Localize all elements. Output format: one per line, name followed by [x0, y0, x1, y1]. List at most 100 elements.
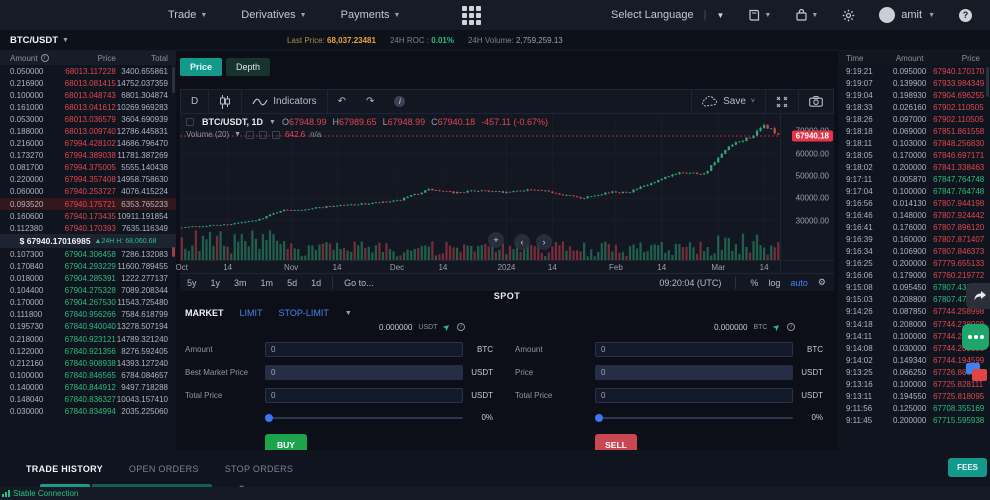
table-row[interactable]: 0.14000067840.8449129497.718288: [0, 381, 176, 393]
tab-limit[interactable]: LIMIT: [240, 308, 263, 318]
wallet-button[interactable]: ▼: [795, 9, 818, 22]
user-menu[interactable]: amit ▼: [879, 7, 935, 23]
table-row[interactable]: 0.14804067840.83632710043.157410: [0, 393, 176, 405]
table-row[interactable]: 9:16:340.10690067807.846373: [838, 246, 990, 258]
range-3m[interactable]: 3m: [227, 278, 254, 288]
interval-button[interactable]: D: [181, 90, 208, 113]
table-row[interactable]: 9:17:110.00587067847.764748: [838, 173, 990, 185]
table-row[interactable]: 0.05300068013.0365793604.690939: [0, 113, 176, 125]
candle-style-button[interactable]: [209, 90, 241, 113]
table-row[interactable]: 0.03000067840.8349942035.225060: [0, 406, 176, 418]
chart-info-button[interactable]: i: [384, 90, 415, 113]
table-row[interactable]: 9:18:330.02616067902.110505: [838, 101, 990, 113]
table-row[interactable]: 9:19:210.09500067940.170170: [838, 65, 990, 77]
buy-amount-input[interactable]: [265, 342, 463, 357]
sell-total-input[interactable]: [595, 388, 793, 403]
time-axis[interactable]: Oct14Nov14Dec14202414Feb14Mar14: [180, 260, 780, 273]
nav-payments[interactable]: Payments▼: [341, 9, 401, 21]
table-row[interactable]: 9:16:390.16000067807.871407: [838, 234, 990, 246]
table-row[interactable]: 0.19573067840.94004013278.507194: [0, 321, 176, 333]
table-row[interactable]: 9:11:560.12500067708.355169: [838, 402, 990, 414]
chevron-down-icon[interactable]: ▼: [269, 119, 276, 126]
table-row[interactable]: 0.21690068013.08141514752.037359: [0, 77, 176, 89]
table-row[interactable]: 9:13:110.19455067725.818095: [838, 390, 990, 402]
close-mini-icon[interactable]: [272, 131, 280, 139]
table-row[interactable]: 0.18800068013.00974012786.445831: [0, 125, 176, 137]
goto-button[interactable]: Go to...: [337, 278, 381, 288]
pan-right-button[interactable]: ›: [536, 234, 552, 250]
buy-total-input[interactable]: [265, 388, 463, 403]
table-row[interactable]: 0.12200067840.9213568276.592405: [0, 345, 176, 357]
table-row[interactable]: 0.11180067840.9562667584.618799: [0, 309, 176, 321]
apps-grid-icon[interactable]: [462, 6, 481, 25]
table-row[interactable]: 9:16:250.20000067779.655133: [838, 258, 990, 270]
orders-book-button[interactable]: ▼: [748, 9, 771, 22]
candlestick-plot[interactable]: BTC/USDT, 1D ▼ O67948.99 H67989.65 L6794…: [180, 114, 780, 260]
info-icon[interactable]: i: [787, 323, 795, 331]
range-5y[interactable]: 5y: [180, 278, 204, 288]
scrollbar-thumb[interactable]: [986, 67, 989, 97]
table-row[interactable]: 0.06000067940.2537274076.415224: [0, 186, 176, 198]
save-layout-button[interactable]: Save ˅: [691, 90, 765, 113]
sell-percent-slider[interactable]: 0%: [515, 413, 823, 422]
chevron-down-icon[interactable]: ▼: [234, 131, 241, 138]
feedback-button[interactable]: [963, 360, 990, 388]
table-row[interactable]: 0.21600067994.42810214686.796470: [0, 138, 176, 150]
table-row[interactable]: 0.21800067840.92312114789.321240: [0, 333, 176, 345]
settings-mini-icon[interactable]: [259, 131, 267, 139]
table-row[interactable]: 9:18:020.20000067841.338463: [838, 161, 990, 173]
tab-trade-history[interactable]: TRADE HISTORY: [26, 464, 103, 474]
tab-stop-limit[interactable]: STOP-LIMIT: [279, 308, 329, 318]
table-row[interactable]: 0.08170067994.3750055555.140438: [0, 162, 176, 174]
buy-price-input[interactable]: [265, 365, 463, 380]
table-row[interactable]: 9:18:050.17000067846.697171: [838, 149, 990, 161]
zoom-in-button[interactable]: +: [488, 232, 504, 248]
slider-knob[interactable]: [595, 414, 603, 422]
sell-price-input[interactable]: [595, 365, 793, 380]
snapshot-button[interactable]: [798, 90, 833, 113]
fullscreen-button[interactable]: [765, 90, 798, 113]
symbol-flag-icon[interactable]: [186, 118, 194, 126]
range-1d[interactable]: 1d: [304, 278, 328, 288]
tab-market[interactable]: MARKET: [185, 308, 224, 318]
undo-button[interactable]: ↶: [328, 90, 356, 113]
table-row[interactable]: 0.22000067994.35740814958.758630: [0, 174, 176, 186]
pan-left-button[interactable]: ‹: [514, 234, 530, 250]
table-row[interactable]: 0.17000067904.26753011543.725480: [0, 297, 176, 309]
range-1m[interactable]: 1m: [254, 278, 281, 288]
table-row[interactable]: 0.16100068013.04161210269.969283: [0, 101, 176, 113]
settings-button[interactable]: [842, 9, 855, 22]
table-row[interactable]: 0.17327067994.38903811781.387269: [0, 150, 176, 162]
tab-open-orders[interactable]: OPEN ORDERS: [129, 464, 199, 474]
table-row[interactable]: 0.21216067840.90893814393.127240: [0, 357, 176, 369]
table-row[interactable]: 9:17:040.10000067847.764748: [838, 185, 990, 197]
table-row[interactable]: 9:16:060.17900067760.219772: [838, 270, 990, 282]
nav-derivatives[interactable]: Derivatives▼: [241, 9, 306, 21]
language-selector[interactable]: Select Language|▼: [611, 9, 724, 21]
table-row[interactable]: 0.05000068013.1172283400.655861: [0, 65, 176, 77]
scrollbar-thumb[interactable]: [172, 67, 175, 93]
info-icon[interactable]: i: [41, 54, 49, 62]
table-row[interactable]: 9:18:180.06900067851.861558: [838, 125, 990, 137]
auto-scale-button[interactable]: auto: [790, 278, 808, 288]
table-row[interactable]: 0.09352067940.1757216353.765233: [0, 198, 176, 210]
table-row[interactable]: 0.10440067904.2753287089.208344: [0, 285, 176, 297]
help-icon[interactable]: ?: [959, 9, 972, 22]
table-row[interactable]: 0.16060067940.17343510911.191854: [0, 210, 176, 222]
fees-button[interactable]: FEES: [948, 458, 987, 477]
table-row[interactable]: 0.10000068013.0487436801.304874: [0, 89, 176, 101]
log-scale-button[interactable]: log: [768, 278, 780, 288]
table-row[interactable]: 9:19:070.13990067933.984349: [838, 77, 990, 89]
price-axis[interactable]: 67940.18 70000.0060000.0050000.0040000.0…: [780, 114, 834, 260]
indicators-button[interactable]: Indicators: [242, 90, 326, 113]
price-chart[interactable]: BTC/USDT, 1D ▼ O67948.99 H67989.65 L6794…: [180, 114, 834, 260]
nav-trade[interactable]: Trade▼: [168, 9, 207, 21]
pair-selector[interactable]: BTC/USDT▼: [10, 35, 69, 46]
redo-button[interactable]: ↷: [356, 90, 384, 113]
table-row[interactable]: 9:16:460.14800067807.924442: [838, 210, 990, 222]
table-row[interactable]: 0.10730067904.3064587286.132083: [0, 248, 176, 260]
axis-settings-gear-icon[interactable]: ⚙: [818, 277, 826, 288]
buy-percent-slider[interactable]: 0%: [185, 413, 493, 422]
chat-widget-button[interactable]: [962, 324, 989, 350]
share-button[interactable]: [966, 283, 990, 309]
